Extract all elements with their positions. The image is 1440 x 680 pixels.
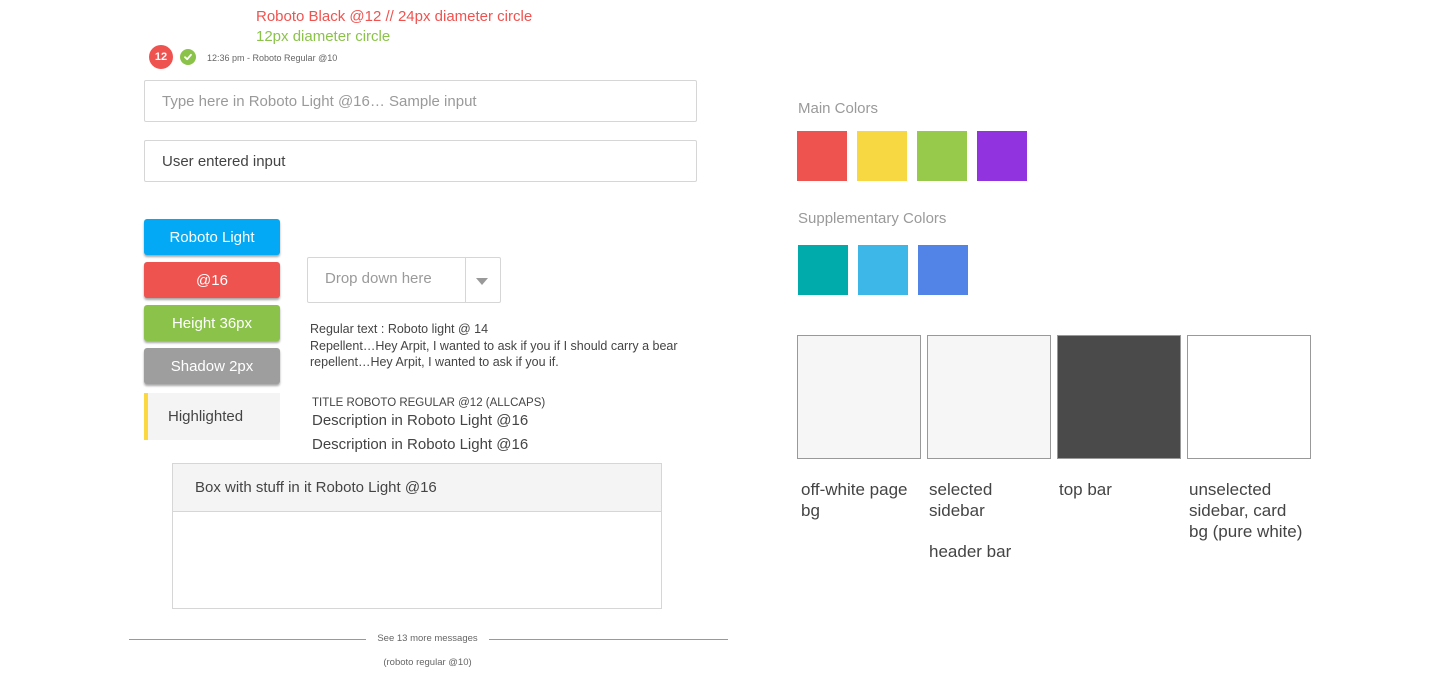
selected-sidebar-label: selected sidebar bbox=[929, 480, 993, 520]
supplementary-colors-heading: Supplementary Colors bbox=[798, 210, 947, 227]
highlighted-item-label: Highlighted bbox=[168, 408, 244, 425]
header-bar-label: header bar bbox=[929, 542, 1012, 561]
off-white-label: off-white page bg bbox=[801, 480, 908, 520]
swatch-sky-blue bbox=[858, 245, 908, 295]
red-button-label: @16 bbox=[196, 271, 228, 289]
divider-left bbox=[129, 639, 366, 640]
sample-input[interactable] bbox=[144, 80, 697, 122]
swatch-pure-white bbox=[1187, 335, 1311, 459]
user-entered-input[interactable] bbox=[144, 140, 697, 182]
gray-button[interactable]: Shadow 2px bbox=[144, 348, 280, 384]
dropdown-select[interactable]: Drop down here bbox=[307, 257, 501, 303]
swatch-green bbox=[917, 131, 967, 181]
divider-right bbox=[489, 639, 728, 640]
badge-count: 12 bbox=[154, 51, 168, 63]
circle-annotation: 12px diameter circle bbox=[256, 28, 391, 45]
main-colors-heading: Main Colors bbox=[798, 100, 879, 117]
gray-button-label: Shadow 2px bbox=[170, 357, 254, 375]
description-line-1: Description in Roboto Light @16 bbox=[312, 412, 529, 429]
highlighted-item[interactable]: Highlighted bbox=[144, 393, 280, 440]
regular-text-body: Repellent…Hey Arpit, I wanted to ask if … bbox=[310, 339, 678, 369]
chevron-down-icon[interactable] bbox=[476, 278, 488, 285]
swatch-red bbox=[797, 131, 847, 181]
swatch-selected-sidebar bbox=[927, 335, 1051, 459]
see-more-messages-link[interactable]: See 13 more messages bbox=[366, 633, 489, 644]
dropdown-placeholder: Drop down here bbox=[325, 270, 432, 287]
caps-title: TITLE ROBOTO REGULAR @12 (ALLCAPS) bbox=[312, 397, 546, 409]
badge-annotation: Roboto Black @12 // 24px diameter circle bbox=[256, 8, 533, 25]
swatch-teal bbox=[798, 245, 848, 295]
description-line-2: Description in Roboto Light @16 bbox=[312, 436, 529, 453]
card-header: Box with stuff in it Roboto Light @16 bbox=[173, 464, 661, 512]
swatch-blue bbox=[918, 245, 968, 295]
dropdown-divider bbox=[465, 258, 466, 302]
check-circle-icon bbox=[180, 49, 196, 65]
blue-button[interactable]: Roboto Light bbox=[144, 219, 280, 255]
top-bar-label: top bar bbox=[1059, 480, 1112, 499]
timestamp-annotation: 12:36 pm - Roboto Regular @10 bbox=[207, 53, 338, 63]
red-button[interactable]: @16 bbox=[144, 262, 280, 298]
card-header-text: Box with stuff in it Roboto Light @16 bbox=[195, 479, 437, 496]
notification-badge: 12 bbox=[149, 45, 173, 69]
swatch-top-bar bbox=[1057, 335, 1181, 459]
green-button-label: Height 36px bbox=[171, 314, 253, 332]
swatch-off-white bbox=[797, 335, 921, 459]
green-button[interactable]: Height 36px bbox=[144, 305, 280, 341]
content-card: Box with stuff in it Roboto Light @16 bbox=[172, 463, 662, 609]
swatch-yellow bbox=[857, 131, 907, 181]
swatch-purple bbox=[977, 131, 1027, 181]
regular-text-label: Regular text : Roboto light @ 14 bbox=[310, 322, 489, 336]
more-messages-annotation: (roboto regular @10) bbox=[383, 657, 472, 668]
pure-white-label: unselected sidebar, card bg (pure white) bbox=[1189, 480, 1303, 541]
blue-button-label: Roboto Light bbox=[169, 228, 255, 246]
